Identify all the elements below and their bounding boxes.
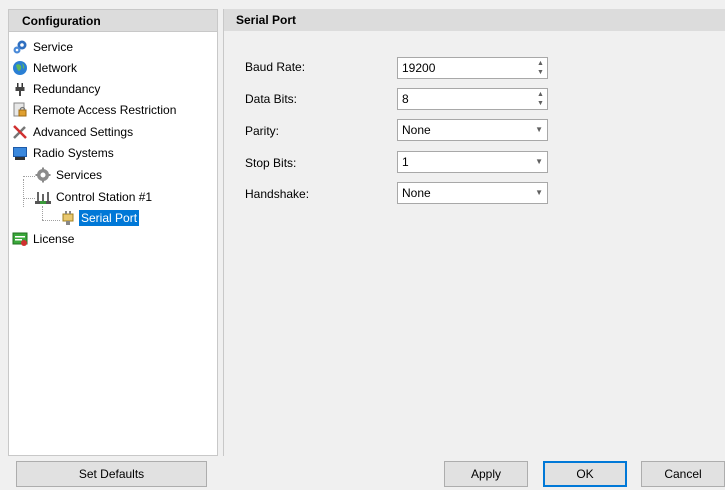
tree-item-redundancy[interactable]: Redundancy xyxy=(12,79,102,99)
tree-item-label: Advanced Settings xyxy=(33,125,134,139)
configuration-header: Configuration xyxy=(9,10,217,32)
data-bits-label: Data Bits: xyxy=(245,92,298,106)
set-defaults-button[interactable]: Set Defaults xyxy=(16,461,207,487)
stop-bits-value: 1 xyxy=(402,155,409,169)
tree-item-control-station-1[interactable]: Control Station #1 xyxy=(35,187,154,207)
ok-button[interactable]: OK xyxy=(543,461,627,487)
baud-rate-spinner[interactable]: 19200 ▲ ▼ xyxy=(397,57,548,79)
tree-item-label: Remote Access Restriction xyxy=(33,103,177,117)
serial-port-settings-panel: Serial Port Baud Rate: 19200 ▲ ▼ Data Bi… xyxy=(223,9,725,456)
configuration-tree-panel: Configuration Service Network Redundancy… xyxy=(8,9,218,456)
tree-item-service[interactable]: Service xyxy=(12,37,75,57)
tree-item-label: Network xyxy=(33,61,78,75)
tools-icon xyxy=(13,125,27,139)
tree-line xyxy=(42,220,60,221)
tree-item-label: License xyxy=(33,232,75,246)
spin-down-icon[interactable]: ▼ xyxy=(537,69,544,76)
gear-blue-icon xyxy=(13,40,27,54)
tree-item-label: Redundancy xyxy=(33,82,101,96)
spin-up-icon[interactable]: ▲ xyxy=(537,91,544,98)
tree-item-label: Radio Systems xyxy=(33,146,114,160)
data-bits-value: 8 xyxy=(402,92,409,106)
license-icon xyxy=(12,232,28,246)
control-station-icon xyxy=(35,192,51,204)
plug-icon xyxy=(15,83,25,96)
tree-item-label: Service xyxy=(33,40,74,54)
parity-label: Parity: xyxy=(245,124,280,138)
tree-line xyxy=(23,176,35,177)
radio-systems-icon xyxy=(13,147,27,160)
spinner-arrows[interactable]: ▲ ▼ xyxy=(536,91,545,107)
tree-line xyxy=(23,198,35,199)
parity-value: None xyxy=(402,123,431,137)
tree-item-serial-port[interactable]: Serial Port xyxy=(60,208,140,228)
data-bits-spinner[interactable]: 8 ▲ ▼ xyxy=(397,88,548,110)
chevron-down-icon[interactable]: ▼ xyxy=(535,183,543,203)
globe-icon xyxy=(13,61,27,75)
serial-port-icon xyxy=(62,211,74,225)
stop-bits-label: Stop Bits: xyxy=(245,156,297,170)
spin-down-icon[interactable]: ▼ xyxy=(537,100,544,107)
tree-item-label: Services xyxy=(56,168,103,182)
handshake-value: None xyxy=(402,186,431,200)
tree-item-label: Control Station #1 xyxy=(56,190,153,204)
chevron-down-icon[interactable]: ▼ xyxy=(535,152,543,172)
chevron-down-icon[interactable]: ▼ xyxy=(535,120,543,140)
handshake-label: Handshake: xyxy=(245,187,310,201)
tree-line xyxy=(42,206,43,220)
tree-item-license[interactable]: License xyxy=(12,229,76,249)
parity-dropdown[interactable]: None ▼ xyxy=(397,119,548,141)
tree-line xyxy=(23,179,24,207)
spin-up-icon[interactable]: ▲ xyxy=(537,60,544,67)
gear-gray-icon xyxy=(35,167,51,183)
stop-bits-dropdown[interactable]: 1 ▼ xyxy=(397,151,548,173)
tree-item-network[interactable]: Network xyxy=(12,58,79,78)
apply-button[interactable]: Apply xyxy=(444,461,528,487)
baud-rate-label: Baud Rate: xyxy=(245,60,306,74)
tree-item-radio-systems[interactable]: Radio Systems xyxy=(12,143,116,163)
tree-item-label: Serial Port xyxy=(79,210,140,226)
spinner-arrows[interactable]: ▲ ▼ xyxy=(536,60,545,76)
serial-port-header: Serial Port xyxy=(224,9,725,31)
handshake-dropdown[interactable]: None ▼ xyxy=(397,182,548,204)
tree-item-services[interactable]: Services xyxy=(35,165,104,185)
tree-item-remote-access-restriction[interactable]: Remote Access Restriction xyxy=(12,100,178,120)
tree-item-advanced-settings[interactable]: Advanced Settings xyxy=(12,122,135,142)
cancel-button[interactable]: Cancel xyxy=(641,461,725,487)
lock-document-icon xyxy=(13,102,27,117)
baud-rate-value: 19200 xyxy=(402,61,436,75)
